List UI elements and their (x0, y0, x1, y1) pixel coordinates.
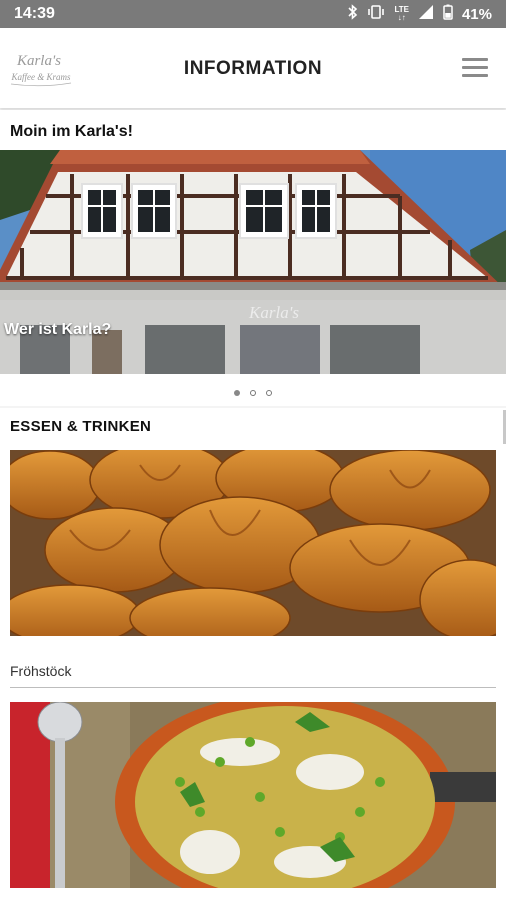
divider (10, 687, 496, 688)
pea-soup-image[interactable] (10, 702, 496, 888)
vibrate-icon (367, 4, 385, 24)
welcome-section: Moin im Karla's! Wer ist Karla? (0, 110, 506, 406)
status-icons: LTE ↓↑ 41% (348, 3, 492, 25)
menu-item-label[interactable]: Fröhstöck (10, 663, 71, 679)
hamburger-menu-icon[interactable] (462, 58, 488, 80)
carousel-dot-1[interactable] (234, 390, 240, 396)
app-bar: Karla's Kaffee & Krams INFORMATION (0, 28, 506, 108)
croissants-image[interactable] (10, 450, 496, 636)
page-title: INFORMATION (183, 58, 323, 79)
cafe-building-image: Karla's (0, 150, 506, 374)
status-bar: 14:39 LTE ↓↑ 41% (0, 0, 506, 28)
welcome-heading: Moin im Karla's! (10, 123, 133, 140)
lte-icon: LTE ↓↑ (394, 5, 409, 22)
network-label: LTE (394, 5, 409, 14)
battery-icon (443, 4, 453, 25)
carousel-indicator (0, 390, 506, 396)
carousel-dot-2[interactable] (250, 390, 256, 396)
food-drink-section: ESSEN & TRINKEN Fröhstöck (0, 408, 506, 900)
signal-icon (418, 4, 434, 25)
section-heading: ESSEN & TRINKEN (10, 418, 152, 435)
status-time: 14:39 (14, 5, 55, 22)
battery-percent: 41% (461, 5, 492, 23)
carousel-caption[interactable]: Wer ist Karla? (4, 321, 111, 339)
image-carousel[interactable]: Karla's Wer ist Karla? (0, 150, 506, 374)
carousel-dot-3[interactable] (266, 390, 272, 396)
bluetooth-icon (348, 3, 358, 25)
